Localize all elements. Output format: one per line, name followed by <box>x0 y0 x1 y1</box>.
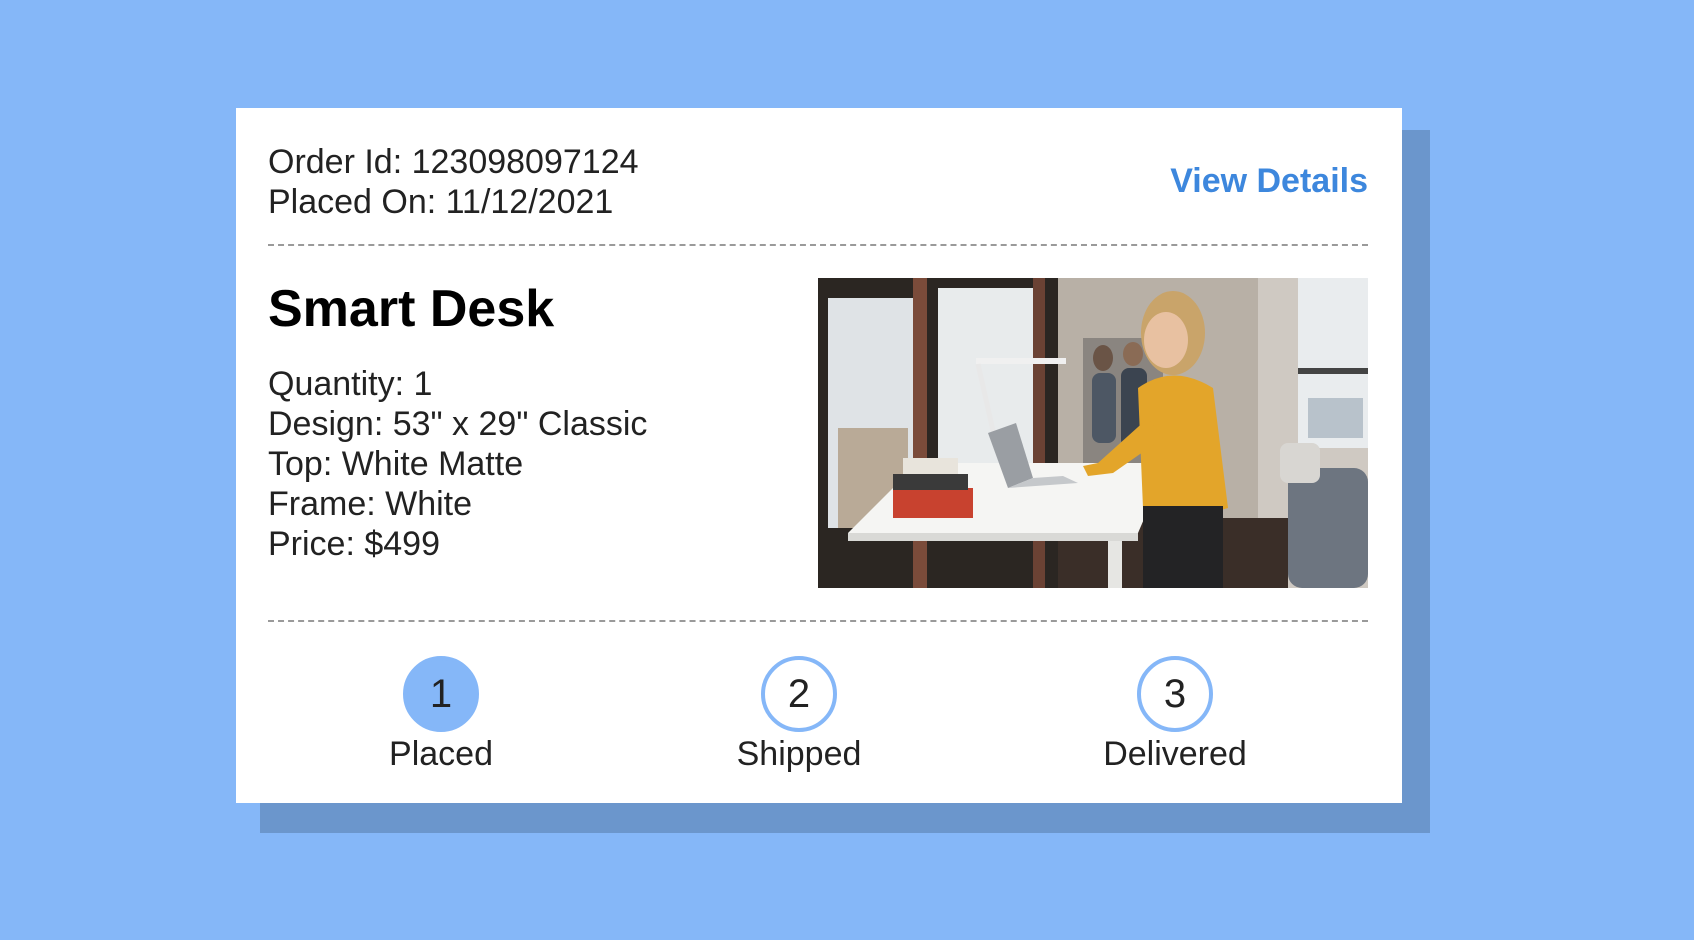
step-1-circle: 1 <box>403 656 479 732</box>
product-photo <box>818 278 1368 588</box>
step-delivered: 3 Delivered <box>1075 656 1275 774</box>
step-placed: 1 Placed <box>341 656 541 774</box>
order-progress-steps: 1 Placed 2 Shipped 3 Delivered <box>268 656 1368 776</box>
product-quantity: Quantity: 1 <box>268 365 433 403</box>
step-2-label: Shipped <box>736 735 862 773</box>
step-1-label: Placed <box>389 735 493 773</box>
step-3-label: Delivered <box>1103 735 1247 773</box>
product-design: Design: 53" x 29" Classic <box>268 405 648 443</box>
order-card: Order Id: 123098097124 Placed On: 11/12/… <box>236 108 1402 803</box>
order-placed-date: Placed On: 11/12/2021 <box>268 183 614 221</box>
product-frame: Frame: White <box>268 485 473 523</box>
product-top: Top: White Matte <box>268 445 524 483</box>
order-meta: Order Id: 123098097124 Placed On: 11/12/… <box>268 142 639 222</box>
step-2-circle: 2 <box>761 656 837 732</box>
order-id: Order Id: 123098097124 <box>268 143 639 181</box>
product-name: Smart Desk <box>268 280 555 338</box>
divider-bottom <box>268 620 1368 622</box>
product-info: Smart Desk Quantity: 1 Design: 53" x 29"… <box>268 278 788 564</box>
order-header: Order Id: 123098097124 Placed On: 11/12/… <box>268 142 1368 222</box>
product-price: Price: $499 <box>268 525 440 563</box>
product-details: Quantity: 1 Design: 53" x 29" Classic To… <box>268 364 788 564</box>
view-details-link[interactable]: View Details <box>1170 162 1368 201</box>
step-shipped: 2 Shipped <box>699 656 899 774</box>
step-3-circle: 3 <box>1137 656 1213 732</box>
divider-top <box>268 244 1368 246</box>
